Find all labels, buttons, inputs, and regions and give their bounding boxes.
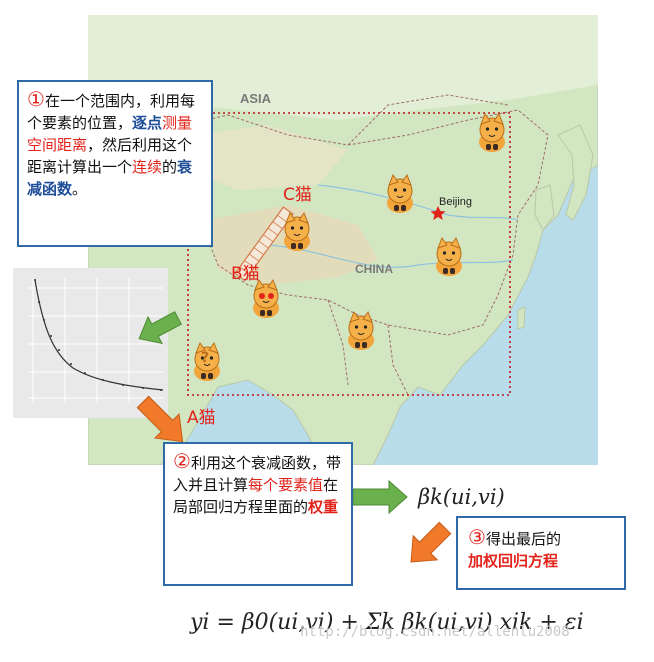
orange-arrow-to-final <box>410 521 452 563</box>
step2-box: ②利用这个衰减函数，带入并且计算每个要素值在局部回归方程里面的权重 <box>163 442 353 586</box>
asia-label: ASIA <box>240 91 272 106</box>
step1-text-d: 。 <box>72 180 88 198</box>
cat-c-label: C猫 <box>283 185 312 205</box>
green-arrow-to-beta <box>352 479 408 515</box>
beta-formula: βk(ui,vi) <box>418 485 505 509</box>
step3-box: ③得出最后的 加权回归方程 <box>456 516 626 590</box>
step1-number: ① <box>27 87 45 111</box>
china-label: CHINA <box>355 262 393 276</box>
cat-b-label: B猫 <box>231 264 260 284</box>
step1-text-continuous: 连续 <box>132 158 163 176</box>
decay-function-chart <box>13 268 168 418</box>
step3-text-weighted-regression: 加权回归方程 <box>468 552 559 570</box>
step1-box: ①在一个范围内，利用每个要素的位置，逐点测量空间距离，然后利用这个距离计算出一个… <box>17 80 213 247</box>
cat-a-label: A猫 <box>187 408 216 428</box>
step1-text-pointwise: 逐点 <box>132 114 163 132</box>
beijing-label: Beijing <box>439 196 473 208</box>
step3-number: ③ <box>468 525 486 549</box>
step2-text-feature-value: 每个要素值 <box>248 476 324 494</box>
watermark-url: http://blog.csdn.net/allenlu2008 <box>300 624 570 640</box>
step1-text-c: 的 <box>162 158 178 176</box>
step3-text-a: 得出最后的 <box>485 530 561 548</box>
step2-text-weight: 权重 <box>308 498 339 516</box>
step2-number: ② <box>173 449 191 473</box>
